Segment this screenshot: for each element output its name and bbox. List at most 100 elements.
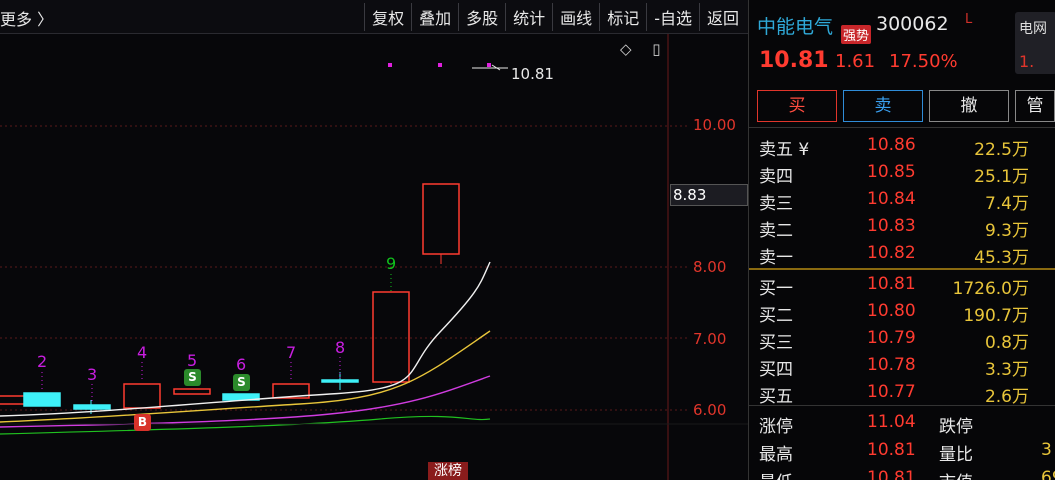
side-tab-value: 1. xyxy=(1019,52,1035,71)
level-price: 10.79 xyxy=(867,328,916,348)
price-change-percent: 17.50% xyxy=(889,51,958,72)
sequence-label: 6 xyxy=(236,355,247,374)
candlestick xyxy=(372,291,410,383)
level-volume: 7.4万 xyxy=(984,194,1029,214)
sell-signal-marker[interactable]: S xyxy=(184,369,201,386)
level-label: 买二 xyxy=(759,306,793,326)
price-change: 1.61 xyxy=(835,51,876,72)
mark-button[interactable]: 标记 xyxy=(599,3,646,31)
ma5-line xyxy=(0,261,491,417)
level-volume: 0.8万 xyxy=(984,333,1029,353)
level-label: 买四 xyxy=(759,360,793,380)
sequence-label: 4 xyxy=(137,343,148,362)
level-volume: 45.3万 xyxy=(974,248,1029,268)
chart-canvas[interactable] xyxy=(0,34,748,480)
current-price: 10.81 xyxy=(759,48,829,73)
stat-value: 3 xyxy=(1041,440,1052,460)
divider xyxy=(749,405,1055,406)
candlestick xyxy=(422,183,460,255)
level-label: 卖三 xyxy=(759,194,793,214)
crosshair-price-label: 8.83 xyxy=(670,184,748,206)
ask-row[interactable]: 卖一 10.82 45.3万 xyxy=(749,240,1055,268)
statistics-button[interactable]: 统计 xyxy=(505,3,552,31)
level-volume: 9.3万 xyxy=(984,221,1029,241)
sell-signal-marker[interactable]: S xyxy=(233,374,250,391)
price-axis-label: 6.00 xyxy=(693,401,727,419)
stat-label: 最高 xyxy=(759,445,793,465)
overlay-button[interactable]: 叠加 xyxy=(411,3,458,31)
magenta-dot xyxy=(487,63,491,67)
more-menu-button[interactable]: 更多 〉 xyxy=(0,6,53,30)
sequence-label: 8 xyxy=(335,338,346,357)
order-book: 卖五 ¥ 10.86 22.5万 卖四 10.85 25.1万 卖三 10.84 7.4万 卖二 1… xyxy=(749,132,1055,407)
stats-row: 最低 10.81 市值 69 xyxy=(749,466,1055,480)
sequence-label: 3 xyxy=(87,365,98,384)
toolbar-button-group: 复权 叠加 多股 统计 画线 标记 -自选 返回 xyxy=(364,3,746,31)
buy-signal-marker[interactable]: B xyxy=(134,414,151,431)
back-button[interactable]: 返回 xyxy=(698,3,746,31)
multi-stock-button[interactable]: 多股 xyxy=(458,3,505,31)
draw-line-button[interactable]: 画线 xyxy=(552,3,599,31)
level-price: 10.83 xyxy=(867,216,916,236)
limit-up-tag[interactable]: 涨榜 xyxy=(428,462,468,480)
stat-label: 最低 xyxy=(759,468,793,480)
level-volume: 1726.0万 xyxy=(952,279,1029,299)
level-label: 卖五 ¥ xyxy=(759,140,810,160)
ask-row[interactable]: 卖三 10.84 7.4万 xyxy=(749,186,1055,214)
bid-row[interactable]: 买二 10.80 190.7万 xyxy=(749,298,1055,326)
magenta-dot xyxy=(438,63,442,67)
ask-row[interactable]: 卖二 10.83 9.3万 xyxy=(749,213,1055,241)
level-price: 10.81 xyxy=(867,274,916,294)
trade-buttons: 买 卖 撤 管 xyxy=(757,90,1055,122)
stock-code: 300062 xyxy=(876,13,949,35)
candlestick-chart[interactable]: ◇ ▯ 10.00 8.00 7.00 6.00 8.83 10.81 2 3 … xyxy=(0,34,748,480)
cancel-order-button[interactable]: 撤 xyxy=(929,90,1009,122)
price-axis-label: 8.00 xyxy=(693,258,727,276)
stats-row: 涨停 11.04 跌停 xyxy=(749,410,1055,438)
side-tab-label: 电网 xyxy=(1019,21,1047,37)
stat-value: 69 xyxy=(1041,468,1055,480)
buy-button[interactable]: 买 xyxy=(757,90,837,122)
quote-panel: 中能电气 强势 300062 L 电网 1. 10.81 1.61 17.50%… xyxy=(748,0,1055,480)
level-volume: 25.1万 xyxy=(974,167,1029,187)
bid-row[interactable]: 买一 10.81 1726.0万 xyxy=(749,271,1055,299)
stat-label: 涨停 xyxy=(759,417,793,437)
remove-watchlist-button[interactable]: -自选 xyxy=(646,3,699,31)
stat-label: 量比 xyxy=(939,445,973,465)
ask-row[interactable]: 卖五 ¥ 10.86 22.5万 xyxy=(749,132,1055,160)
level-label: 卖一 xyxy=(759,248,793,268)
level-price: 10.86 xyxy=(867,135,916,155)
chart-toolbar: 更多 〉 复权 叠加 多股 统计 画线 标记 -自选 返回 xyxy=(0,0,748,34)
level-price: 10.80 xyxy=(867,301,916,321)
stat-label: 跌停 xyxy=(939,417,973,437)
last-price-label: 10.81 xyxy=(511,65,554,83)
level-price: 10.78 xyxy=(867,355,916,375)
candlestick xyxy=(23,392,61,407)
candlestick xyxy=(123,383,161,409)
chart-tool-icons[interactable]: ◇ ▯ xyxy=(620,40,669,58)
sequence-label: 9 xyxy=(386,254,397,273)
level-label: 买五 xyxy=(759,387,793,407)
level-price: 10.77 xyxy=(867,382,916,402)
candlestick xyxy=(173,388,211,395)
bid-row[interactable]: 买五 10.77 2.6万 xyxy=(749,379,1055,407)
stat-value: 10.81 xyxy=(867,468,916,480)
bid-ask-divider xyxy=(749,268,1055,270)
bid-row[interactable]: 买四 10.78 3.3万 xyxy=(749,352,1055,380)
level-label: 买一 xyxy=(759,279,793,299)
stats-row: 最高 10.81 量比 3 xyxy=(749,438,1055,466)
ask-row[interactable]: 卖四 10.85 25.1万 xyxy=(749,159,1055,187)
adjust-button[interactable]: 复权 xyxy=(364,3,411,31)
flag-label: L xyxy=(965,12,973,27)
level-volume: 2.6万 xyxy=(984,387,1029,407)
candlestick xyxy=(73,404,111,410)
level-label: 买三 xyxy=(759,333,793,353)
bid-row[interactable]: 买三 10.79 0.8万 xyxy=(749,325,1055,353)
sequence-label: 7 xyxy=(286,343,297,362)
sell-button[interactable]: 卖 xyxy=(843,90,923,122)
stock-name[interactable]: 中能电气 xyxy=(757,12,833,39)
side-sector-tab[interactable]: 电网 1. xyxy=(1015,12,1055,74)
sequence-label: 2 xyxy=(37,352,48,371)
status-badge: 强势 xyxy=(841,25,872,44)
manage-button[interactable]: 管 xyxy=(1015,90,1055,122)
